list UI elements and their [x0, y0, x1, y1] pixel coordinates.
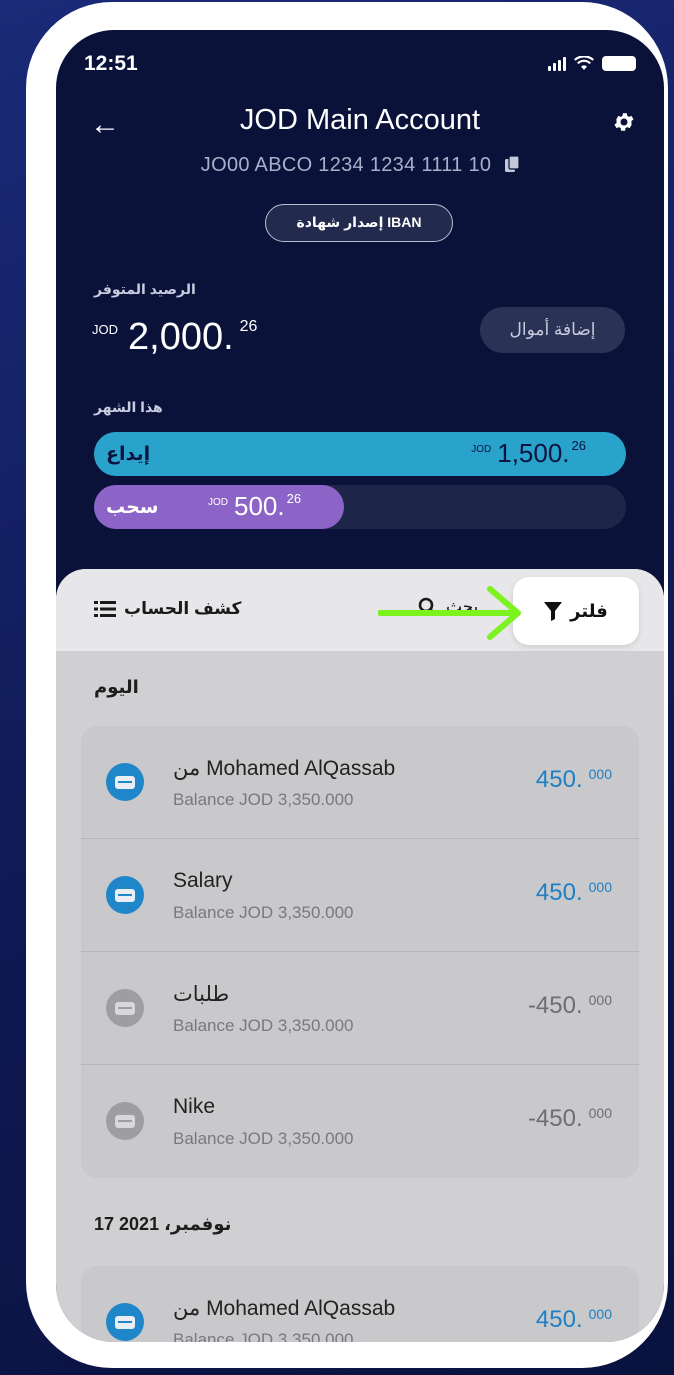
transaction-amount: 450. 000	[536, 766, 612, 794]
deposit-amount-main: 1,500.	[497, 438, 570, 468]
account-statement-label: كشف الحساب	[124, 599, 242, 618]
annotation-arrow-icon	[378, 586, 521, 640]
transaction-amount-main: 450.	[535, 1306, 583, 1333]
section-heading-today: اليوم	[94, 677, 139, 697]
copy-icon[interactable]	[505, 155, 520, 172]
available-balance: JOD 2,000. 26	[92, 316, 257, 359]
withdraw-amount-main: 500.	[234, 491, 285, 521]
add-funds-button[interactable]: إضافة أموال	[480, 307, 625, 353]
filter-funnel-icon	[544, 602, 563, 621]
deposit-currency: JOD	[471, 444, 492, 455]
wifi-icon	[574, 56, 594, 70]
iban-row: JO00 ABCO 1234 1234 1111 10	[56, 154, 664, 177]
iban-number: JO00 ABCO 1234 1234 1111 10	[200, 154, 492, 176]
gear-icon[interactable]	[612, 110, 636, 134]
deposit-amount-decimal: 26	[571, 438, 586, 453]
list-icon	[94, 601, 116, 617]
transaction-balance: Balance JOD 3,350.000	[173, 1016, 354, 1035]
card-icon	[106, 876, 144, 914]
app-screen: 12:51 ← JOD Main Account JO00 ABCO 1234 …	[56, 30, 664, 1342]
transaction-title: من Mohamed AlQassab	[173, 1297, 396, 1320]
transaction-title: طلبات	[173, 983, 230, 1006]
this-month-label: هذا الشهر	[94, 399, 163, 415]
transaction-amount-decimal: 000	[588, 1306, 612, 1322]
transaction-row[interactable]: طلبات Balance JOD 3,350.000 -450. 000	[81, 952, 639, 1065]
transaction-row[interactable]: من Mohamed AlQassab Balance JOD 3,350.00…	[81, 1266, 639, 1342]
card-icon	[106, 1303, 144, 1341]
section-heading-date: 17 نوفمبر، 2021	[94, 1214, 232, 1234]
page-title: JOD Main Account	[239, 104, 481, 136]
transaction-amount-main: 450.	[535, 766, 583, 793]
transaction-amount-decimal: 000	[588, 766, 612, 782]
transaction-amount-decimal: 000	[588, 992, 612, 1008]
transactions-toolbar: كشف الحساب بحث فلتر	[56, 569, 664, 651]
status-time: 12:51	[84, 52, 138, 75]
deposit-bar: إيداع JOD 1,500. 26	[94, 432, 626, 476]
transaction-balance: Balance JOD 3,350.000	[173, 1330, 354, 1342]
transaction-title: من Mohamed AlQassab	[173, 757, 396, 780]
transaction-row[interactable]: من Mohamed AlQassab Balance JOD 3,350.00…	[81, 726, 639, 839]
transaction-amount: -450. 000	[528, 1105, 612, 1133]
iban-certificate-button[interactable]: إصدار شهادة IBAN	[265, 204, 453, 242]
transaction-amount-decimal: 000	[588, 1105, 612, 1121]
battery-icon	[602, 56, 636, 71]
transaction-amount: 450. 000	[536, 1306, 612, 1334]
available-balance-label: الرصيد المتوفر	[94, 281, 196, 297]
transactions-date-list: من Mohamed AlQassab Balance JOD 3,350.00…	[81, 1266, 639, 1342]
transaction-row[interactable]: Salary Balance JOD 3,350.000 450. 000	[81, 839, 639, 952]
deposit-amount: JOD 1,500. 26	[471, 438, 586, 469]
transaction-balance: Balance JOD 3,350.000	[173, 790, 354, 809]
transaction-title: Salary	[173, 869, 233, 892]
transaction-amount-main: 450.	[535, 879, 583, 906]
status-bar: 12:51	[56, 30, 664, 110]
filter-label: فلتر	[570, 600, 608, 621]
withdraw-amount: JOD 500. 26	[208, 491, 301, 522]
card-icon	[106, 1102, 144, 1140]
transaction-amount: -450. 000	[528, 992, 612, 1020]
transaction-row[interactable]: Nike Balance JOD 3,350.000 -450. 000	[81, 1065, 639, 1178]
card-icon	[106, 763, 144, 801]
transaction-amount-main: -450.	[527, 1105, 583, 1132]
withdraw-bar: سحب JOD 500. 26	[94, 485, 626, 529]
status-icons	[548, 56, 636, 71]
balance-decimal: 26	[239, 318, 258, 335]
transactions-sheet: كشف الحساب بحث فلتر اليوم من Mohamed AlQ…	[56, 569, 664, 1342]
balance-currency: JOD	[92, 322, 118, 337]
withdraw-currency: JOD	[208, 497, 228, 508]
transaction-balance: Balance JOD 3,350.000	[173, 1129, 354, 1148]
transactions-today-list: من Mohamed AlQassab Balance JOD 3,350.00…	[81, 726, 639, 1178]
balance-amount: 2,000.	[128, 316, 234, 358]
withdraw-label: سحب	[106, 497, 159, 518]
transaction-amount-main: -450.	[527, 992, 583, 1019]
card-icon	[106, 989, 144, 1027]
withdraw-amount-decimal: 26	[286, 491, 302, 506]
transaction-balance: Balance JOD 3,350.000	[173, 903, 354, 922]
transaction-amount-decimal: 000	[588, 879, 612, 895]
deposit-label: إيداع	[106, 444, 151, 465]
transaction-title: Nike	[173, 1095, 216, 1118]
signal-icon	[548, 57, 566, 71]
account-statement-button[interactable]: كشف الحساب	[94, 599, 241, 619]
transaction-amount: 450. 000	[536, 879, 612, 907]
filter-button[interactable]: فلتر	[513, 577, 639, 645]
